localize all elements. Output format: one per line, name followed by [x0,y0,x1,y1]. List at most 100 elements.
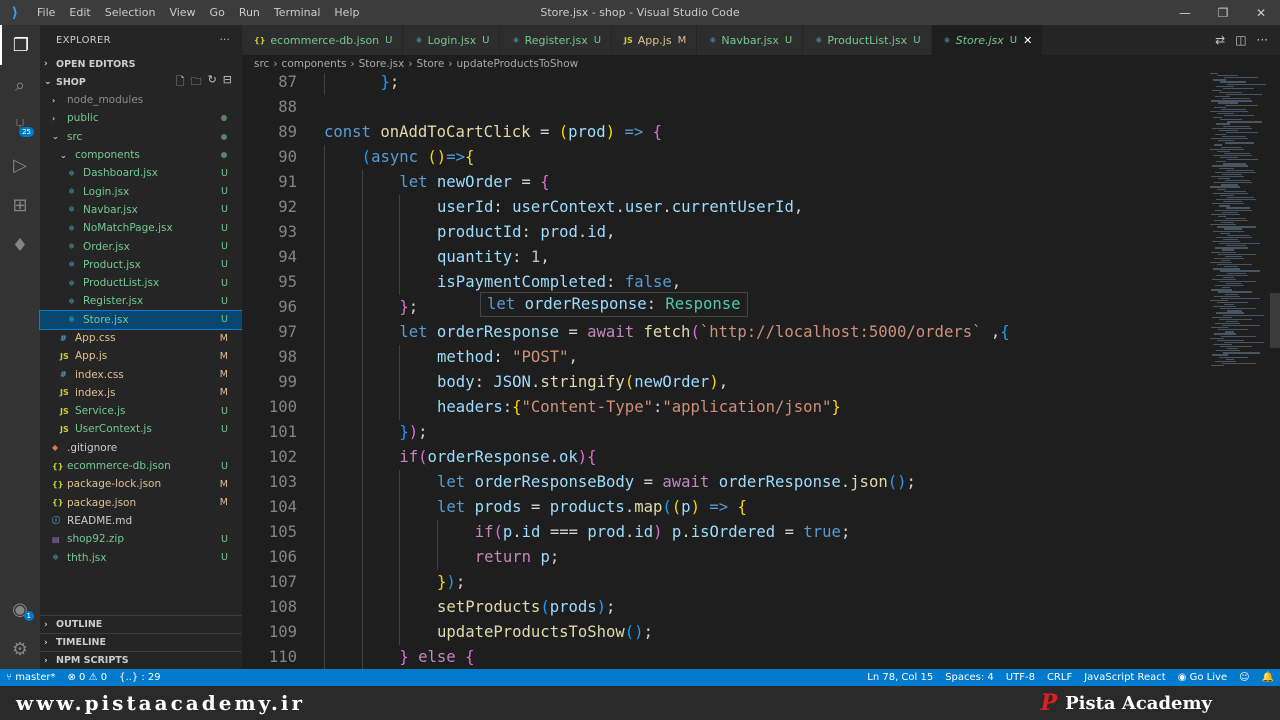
tree-item-package-json[interactable]: {} package.json M [40,494,242,512]
code-line[interactable]: 97 let orderResponse = await fetch(`http:… [242,320,1208,345]
tree-item-order-jsx[interactable]: ⚛ Order.jsx U [40,237,242,255]
tab-productlist-jsx[interactable]: ⚛ ProductList.jsx U [803,25,932,55]
code-line[interactable]: 91 let newOrder = { [242,170,1208,195]
code-line[interactable]: 105 if(p.id === prod.id) p.isOrdered = tr… [242,520,1208,545]
tab-store-jsx[interactable]: ⚛ Store.jsx U ✕ [931,25,1044,55]
end-of-line[interactable]: CRLF [1041,672,1078,683]
close-tab-icon[interactable]: ✕ [1023,34,1032,47]
section-outline[interactable]: › OUTLINE [40,615,242,633]
code-line[interactable]: 90 (async ()=>{ [242,145,1208,170]
close-window-icon[interactable]: ✕ [1242,0,1280,25]
tree-item-product-jsx[interactable]: ⚛ Product.jsx U [40,256,242,274]
tree-item-src[interactable]: ⌄ src [40,128,242,146]
settings-gear-icon[interactable]: ⚙ [0,629,40,669]
project-section[interactable]: ⌄ SHOP 🗋 🗀 ↻ ⊟ [40,73,242,91]
menu-go[interactable]: Go [203,6,232,19]
code-line[interactable]: 87 }; [242,73,1208,95]
vertical-scrollbar[interactable] [1270,73,1280,669]
tree-item-public[interactable]: › public [40,109,242,127]
code-line[interactable]: 108 setProducts(prods); [242,595,1208,620]
tree-item-service-js[interactable]: JS Service.js U [40,402,242,420]
tree-item-thth-jsx[interactable]: ⚛ thth.jsx U [40,548,242,566]
extensions-icon[interactable]: ⊞ [0,185,40,225]
language-scope-status[interactable]: {..} : 29 [113,672,167,683]
maximize-icon[interactable]: ❐ [1204,0,1242,25]
code-line[interactable]: 110} else { [242,645,1208,669]
tree-item-nomatchpage-jsx[interactable]: ⚛ NoMatchPage.jsx U [40,219,242,237]
tree-item-app-css[interactable]: # App.css M [40,329,242,347]
section-npm-scripts[interactable]: › NPM SCRIPTS [40,651,242,669]
menu-selection[interactable]: Selection [98,6,163,19]
new-folder-icon[interactable]: 🗀 [191,73,202,92]
problems-status[interactable]: ⊗ 0 ⚠ 0 [61,672,113,683]
menu-help[interactable]: Help [327,6,366,19]
code-line[interactable]: 104 let prods = products.map((p) => { [242,495,1208,520]
code-line[interactable]: 103 let orderResponseBody = await orderRe… [242,470,1208,495]
collapse-all-icon[interactable]: ⊟ [223,73,232,92]
branch-status[interactable]: ⑂ master* [0,672,61,683]
tree-item-index-js[interactable]: JS index.js M [40,384,242,402]
tree-item-components[interactable]: ⌄ components [40,146,242,164]
code-line[interactable]: 99 body: JSON.stringify(newOrder), [242,370,1208,395]
menu-run[interactable]: Run [232,6,267,19]
menu-file[interactable]: File [30,6,62,19]
code-line[interactable]: 88 [242,95,1208,120]
code-line[interactable]: 98 method: "POST", [242,345,1208,370]
breadcrumb-item[interactable]: components [282,58,347,70]
tree-item-usercontext-js[interactable]: JS UserContext.js U [40,420,242,438]
code-line[interactable]: 106 return p; [242,545,1208,570]
tree-item-index-css[interactable]: # index.css M [40,365,242,383]
language-mode[interactable]: JavaScript React [1078,672,1172,683]
code-line[interactable]: 107}); [242,570,1208,595]
source-control-icon[interactable]: ⑂ 25 [0,105,40,145]
tree-item-node-modules[interactable]: › node_modules [40,91,242,109]
indentation[interactable]: Spaces: 4 [939,672,1000,683]
tree-item-dashboard-jsx[interactable]: ⚛ Dashboard.jsx U [40,164,242,182]
tree-item--gitignore[interactable]: ◆ .gitignore [40,439,242,457]
split-editor-icon[interactable]: ◫ [1235,33,1246,47]
menu-edit[interactable]: Edit [62,6,97,19]
tree-item-shop92-zip[interactable]: ▤ shop92.zip U [40,530,242,548]
tab-ecommerce-db-json[interactable]: {} ecommerce-db.json U [242,25,404,55]
tree-item-app-js[interactable]: JS App.js M [40,347,242,365]
menu-terminal[interactable]: Terminal [267,6,328,19]
search-icon[interactable]: ⌕ [0,65,40,105]
notifications-icon[interactable]: 🔔 [1256,672,1280,683]
minimap[interactable] [1208,73,1270,669]
breadcrumb-item[interactable]: Store.jsx [359,58,405,70]
scrollbar-thumb[interactable] [1270,293,1280,348]
refresh-icon[interactable]: ↻ [208,73,217,92]
section-timeline[interactable]: › TIMELINE [40,633,242,651]
code-line[interactable]: 101}); [242,420,1208,445]
tab-app-js[interactable]: JS App.js M [612,25,698,55]
tree-item-package-lock-json[interactable]: {} package-lock.json M [40,475,242,493]
code-line[interactable]: 92 userId: userContext.user.currentUserId… [242,195,1208,220]
tab-navbar-jsx[interactable]: ⚛ Navbar.jsx U [697,25,804,55]
compare-icon[interactable]: ⇄ [1215,33,1225,47]
encoding[interactable]: UTF-8 [1000,672,1041,683]
feedback-icon[interactable]: ☺ [1233,672,1255,683]
new-file-icon[interactable]: 🗋 [176,73,185,92]
mongodb-icon[interactable]: ♦ [0,225,40,265]
tree-item-navbar-jsx[interactable]: ⚛ Navbar.jsx U [40,201,242,219]
open-editors-section[interactable]: › OPEN EDITORS [40,55,242,73]
breadcrumb-item[interactable]: updateProductsToShow [457,58,579,70]
code-line[interactable]: 102 if(orderResponse.ok){ [242,445,1208,470]
more-actions-icon[interactable]: ··· [220,35,230,46]
tree-item-readme-md[interactable]: ⓘ README.md [40,512,242,530]
code-line[interactable]: 109 updateProductsToShow(); [242,620,1208,645]
tree-item-store-jsx[interactable]: ⚛ Store.jsx U [39,309,243,330]
cursor-position[interactable]: Ln 78, Col 15 [861,672,939,683]
tree-item-productlist-jsx[interactable]: ⚛ ProductList.jsx U [40,274,242,292]
minimize-icon[interactable]: — [1166,0,1204,25]
menu-view[interactable]: View [162,6,202,19]
explorer-icon[interactable]: ❐ [0,25,40,65]
tab-register-jsx[interactable]: ⚛ Register.jsx U [500,25,613,55]
breadcrumb-item[interactable]: Store [417,58,445,70]
code-line[interactable]: 93 productId: prod.id, [242,220,1208,245]
code-line[interactable]: 89 const onAddToCartClick = (prod) => { [242,120,1208,145]
tree-item-register-jsx[interactable]: ⚛ Register.jsx U [40,292,242,310]
code-line[interactable]: 94 quantity: 1, [242,245,1208,270]
code-line[interactable]: 100 headers:{"Content-Type":"application/… [242,395,1208,420]
code-editor[interactable]: 87 }; 88 89 const onAddToCartClick = (prod)… [242,73,1208,669]
